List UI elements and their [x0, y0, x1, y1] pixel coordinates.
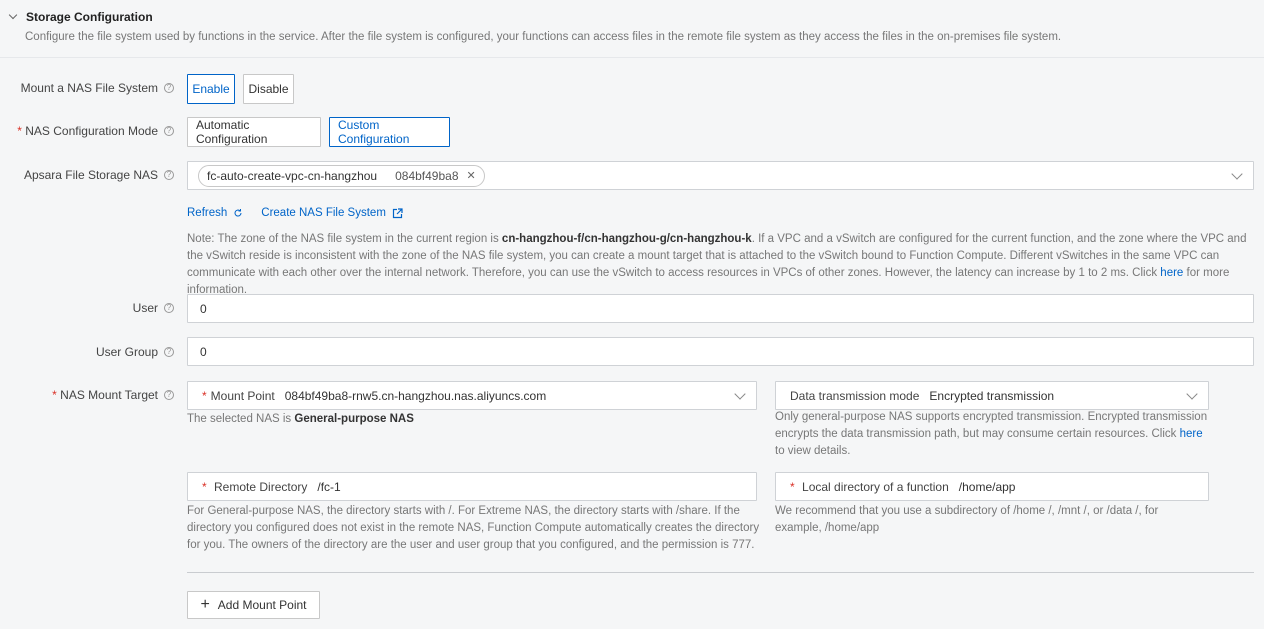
required-marker: * [52, 388, 57, 402]
config-mode-label-text: NAS Configuration Mode [25, 124, 158, 138]
chevron-down-icon[interactable] [1231, 168, 1243, 180]
local-directory-label: * Local directory of a function [790, 480, 949, 494]
section-title: Storage Configuration [26, 10, 153, 24]
create-nas-label: Create NAS File System [261, 207, 386, 219]
enable-button[interactable]: Enable [187, 74, 235, 104]
remote-directory-label: * Remote Directory [202, 480, 307, 494]
remote-directory-help: For General-purpose NAS, the directory s… [187, 505, 760, 551]
divider [0, 57, 1264, 58]
remote-directory-input[interactable]: * Remote Directory /fc-1 [187, 472, 757, 501]
apsara-nas-label: Apsara File Storage NAS ? [24, 168, 174, 182]
create-nas-link[interactable]: Create NAS File System [261, 207, 403, 219]
transmission-here-link[interactable]: here [1180, 428, 1203, 440]
note-prefix: Note: The zone of the NAS file system in… [187, 233, 502, 245]
selected-nas-type: General-purpose NAS [294, 413, 414, 425]
chevron-down-icon[interactable] [8, 12, 18, 22]
zone-note: Note: The zone of the NAS file system in… [187, 231, 1247, 299]
transmission-help-suffix: to view details. [775, 445, 851, 457]
tag-id: 084bf49ba8 [395, 168, 459, 183]
custom-configuration-button[interactable]: Custom Configuration [329, 117, 450, 147]
user-group-value: 0 [200, 344, 207, 359]
chevron-down-icon[interactable] [1186, 388, 1198, 400]
selected-nas-info: The selected NAS is General-purpose NAS [187, 413, 414, 425]
refresh-link[interactable]: Refresh [187, 207, 243, 219]
mount-point-select[interactable]: * Mount Point 084bf49ba8-rnw5.cn-hangzhou… [187, 381, 757, 410]
help-icon[interactable]: ? [164, 390, 174, 400]
transmission-mode-value: Encrypted transmission [929, 388, 1055, 403]
section-header[interactable]: Storage Configuration [8, 8, 153, 26]
user-input[interactable]: 0 [187, 294, 1254, 323]
note-here-link[interactable]: here [1160, 267, 1183, 279]
add-mount-point-label: Add Mount Point [217, 598, 307, 612]
transmission-help: Only general-purpose NAS supports encryp… [775, 409, 1215, 460]
user-label: User ? [133, 301, 174, 315]
divider [187, 572, 1254, 573]
remote-directory-label-text: Remote Directory [214, 479, 308, 494]
user-group-label: User Group ? [96, 345, 174, 359]
user-value: 0 [200, 301, 207, 316]
local-directory-value: /home/app [958, 479, 1016, 494]
local-directory-label-text: Local directory of a function [802, 479, 949, 494]
user-group-label-text: User Group [95, 345, 158, 359]
external-link-icon [392, 207, 403, 218]
apsara-nas-select[interactable]: fc-auto-create-vpc-cn-hangzhou 084bf49ba… [187, 161, 1254, 190]
mount-nas-label-text: Mount a NAS File System [20, 81, 158, 95]
disable-button[interactable]: Disable [243, 74, 294, 104]
transmission-help-prefix: Only general-purpose NAS supports encryp… [775, 411, 1208, 440]
config-mode-label: * NAS Configuration Mode ? [17, 124, 174, 138]
help-icon[interactable]: ? [164, 347, 174, 357]
refresh-icon [234, 209, 242, 217]
help-icon[interactable]: ? [164, 303, 174, 313]
selected-nas-tag: fc-auto-create-vpc-cn-hangzhou 084bf49ba… [198, 164, 485, 187]
user-group-input[interactable]: 0 [187, 337, 1254, 366]
help-icon[interactable]: ? [164, 126, 174, 136]
transmission-mode-select[interactable]: Data transmission mode Encrypted transmi… [775, 381, 1209, 410]
apsara-nas-label-text: Apsara File Storage NAS [23, 168, 158, 182]
help-icon[interactable]: ? [164, 170, 174, 180]
automatic-configuration-button[interactable]: Automatic Configuration [187, 117, 321, 147]
tag-name: fc-auto-create-vpc-cn-hangzhou [207, 168, 378, 183]
selected-nas-prefix: The selected NAS is [187, 413, 295, 425]
close-icon[interactable]: ✕ [467, 169, 476, 182]
transmission-mode-label: Data transmission mode [790, 388, 920, 403]
section-description: Configure the file system used by functi… [25, 31, 1062, 43]
refresh-label: Refresh [187, 207, 228, 219]
help-icon[interactable]: ? [164, 83, 174, 93]
add-mount-point-button[interactable]: + Add Mount Point [187, 591, 320, 619]
nas-actions: Refresh Create NAS File System [187, 207, 403, 219]
mount-point-label: * Mount Point [202, 389, 275, 403]
mount-point-value: 084bf49ba8-rnw5.cn-hangzhou.nas.aliyuncs… [284, 388, 547, 403]
note-zones: cn-hangzhou-f/cn-hangzhou-g/cn-hangzhou-… [501, 233, 752, 245]
mount-nas-label: Mount a NAS File System ? [21, 81, 174, 95]
user-label-text: User [132, 301, 158, 315]
local-directory-help: We recommend that you use a subdirectory… [775, 505, 1159, 534]
mount-point-label-text: Mount Point [210, 388, 275, 403]
required-marker: * [202, 479, 207, 494]
chevron-down-icon[interactable] [734, 388, 746, 400]
remote-directory-value: /fc-1 [317, 479, 341, 494]
mount-target-label-text: NAS Mount Target [60, 388, 158, 402]
required-marker: * [17, 124, 22, 138]
mount-target-label: * NAS Mount Target ? [52, 388, 174, 402]
local-directory-input[interactable]: * Local directory of a function /home/ap… [775, 472, 1209, 501]
plus-icon: + [200, 596, 210, 613]
required-marker: * [202, 388, 207, 403]
required-marker: * [790, 479, 795, 494]
